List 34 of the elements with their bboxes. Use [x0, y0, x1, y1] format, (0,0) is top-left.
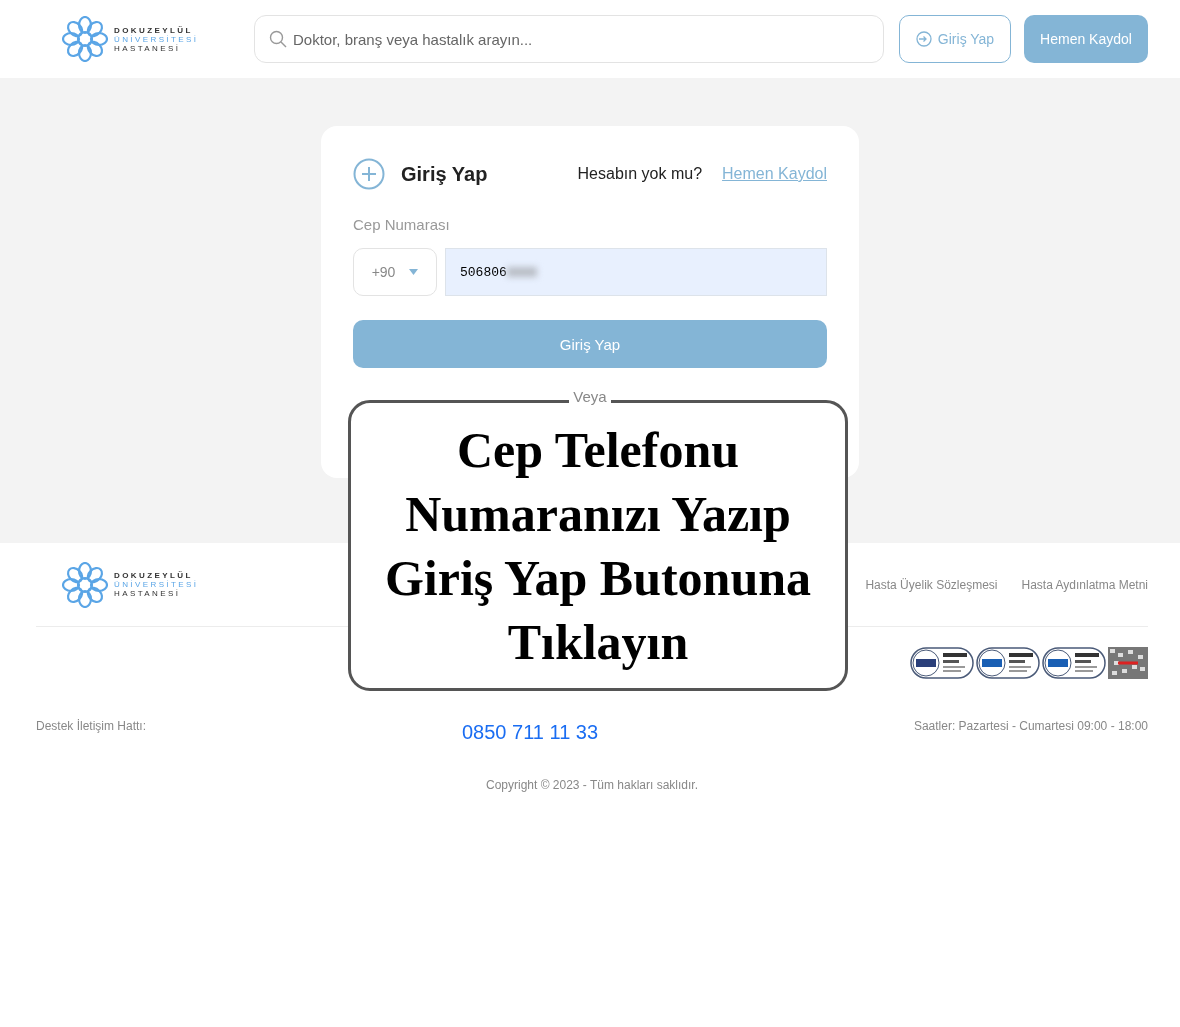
- register-link[interactable]: Hemen Kaydol: [722, 165, 827, 183]
- footer-hospital-emblem-icon: [62, 561, 108, 608]
- logo-text: HASTANESİ: [114, 43, 182, 53]
- support-phone-link[interactable]: 0850 711 11 33: [462, 721, 914, 744]
- blurred-digits-drawing: [506, 267, 537, 277]
- plus-circle-icon: [353, 158, 385, 190]
- logo-text: ÜNİVERSİTESİ: [114, 580, 199, 589]
- signup-prompt: Hesabın yok mu?: [577, 165, 703, 183]
- sign-in-icon: [915, 31, 932, 47]
- field-label: Cep Numarası: [353, 216, 451, 233]
- logo-text: DOKUZEYLÜL: [114, 25, 194, 35]
- caret-icon: [409, 269, 419, 275]
- country-code-select[interactable]: +90: [353, 248, 437, 296]
- support-label: Destek İletişim Hattı:: [36, 719, 148, 733]
- copyright-text: Copyright © 2023 - Tüm hakları saklıdır.: [484, 778, 699, 792]
- search-icon: [269, 30, 287, 48]
- certificate-badge-icon: [1042, 647, 1106, 679]
- logo-text: HASTANESİ: [114, 589, 182, 598]
- certificate-badge-icon: [910, 647, 974, 679]
- phone-input-field[interactable]: 506806: [445, 248, 827, 296]
- working-hours: Saatler: Pazartesi - Cumartesi 09:00 - 18:00: [913, 719, 1148, 733]
- certificate-badge-icon: [976, 647, 1040, 679]
- qr-code-icon: [1108, 647, 1148, 679]
- footer-link[interactable]: Hasta Üyelik Sözleşmesi: [865, 577, 998, 592]
- submit-button[interactable]: Giriş Yap: [353, 320, 827, 368]
- search-field[interactable]: Doktor, branş veya hastalık arayın...: [254, 15, 884, 63]
- logo-text: ÜNİVERSİTESİ: [114, 34, 199, 44]
- card-title: Giriş Yap: [401, 162, 488, 186]
- login-button[interactable]: Giriş Yap: [899, 15, 1011, 63]
- instruction-caption: Cep Telefonu Numaranızı Yazıp Giriş Yap Butonuna Tıklayın: [383, 420, 813, 672]
- footer-link[interactable]: Hasta Aydınlatma Metni: [1021, 577, 1148, 592]
- hospital-emblem-icon: [62, 16, 108, 62]
- register-button[interactable]: Hemen Kaydol: [1024, 15, 1148, 63]
- logo-text: DOKUZEYLÜL: [114, 571, 194, 580]
